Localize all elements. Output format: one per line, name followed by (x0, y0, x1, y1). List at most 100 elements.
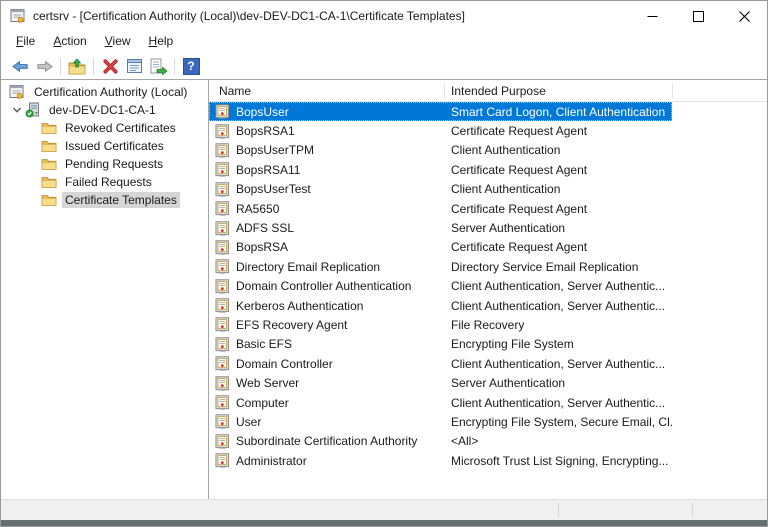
table-row[interactable]: Web Server Server Authentication (209, 373, 672, 392)
properties-icon (126, 58, 143, 74)
certificate-template-icon (215, 201, 230, 216)
window-bottom-edge (1, 520, 767, 526)
template-name: Basic EFS (236, 337, 292, 351)
menu-view[interactable]: View (96, 31, 140, 53)
template-purpose: Client Authentication, Server Authentic.… (444, 357, 672, 371)
template-purpose: Certificate Request Agent (444, 202, 672, 216)
minimize-button[interactable] (629, 1, 675, 31)
certificate-template-icon (215, 124, 230, 139)
template-purpose: File Recovery (444, 318, 672, 332)
server-check-icon (25, 102, 41, 118)
statusbar-separator (558, 503, 559, 517)
template-name: BopsUserTest (236, 182, 311, 196)
template-name: Web Server (236, 376, 299, 390)
template-purpose: Smart Card Logon, Client Authentication (444, 105, 672, 119)
table-row[interactable]: BopsUserTPM Client Authentication (209, 141, 672, 160)
table-row[interactable]: EFS Recovery Agent File Recovery (209, 315, 672, 334)
table-row[interactable]: Basic EFS Encrypting File System (209, 335, 672, 354)
delete-button[interactable] (98, 55, 122, 77)
table-row[interactable]: BopsRSA1 Certificate Request Agent (209, 121, 672, 140)
folder-icon (41, 138, 57, 154)
folder-icon (41, 174, 57, 190)
table-row[interactable]: Computer Client Authentication, Server A… (209, 393, 672, 412)
close-button[interactable] (721, 1, 767, 31)
properties-button[interactable] (122, 55, 146, 77)
tree-item-certificate-templates[interactable]: Certificate Templates (1, 191, 208, 209)
table-row[interactable]: BopsRSA11 Certificate Request Agent (209, 160, 672, 179)
table-row[interactable]: Subordinate Certification Authority <All… (209, 432, 672, 451)
certificate-template-icon (215, 337, 230, 352)
forward-button[interactable] (32, 55, 56, 77)
template-purpose: Directory Service Email Replication (444, 260, 672, 274)
certificate-template-icon (215, 376, 230, 391)
column-header-intended-purpose[interactable]: Intended Purpose (444, 84, 672, 98)
back-button[interactable] (8, 55, 32, 77)
maximize-button[interactable] (675, 1, 721, 31)
template-purpose: Certificate Request Agent (444, 124, 672, 138)
list-header: Name Intended Purpose (209, 80, 767, 102)
template-name: Domain Controller Authentication (236, 279, 411, 293)
up-one-level-button[interactable] (65, 55, 89, 77)
certificate-template-icon (215, 221, 230, 236)
statusbar-separator (692, 503, 693, 517)
tree-server-label: dev-DEV-DC1-CA-1 (46, 102, 159, 118)
table-row[interactable]: BopsRSA Certificate Request Agent (209, 238, 672, 257)
template-name: BopsUser (236, 105, 289, 119)
table-row[interactable]: Kerberos Authentication Client Authentic… (209, 296, 672, 315)
table-row[interactable]: Domain Controller Authentication Client … (209, 277, 672, 296)
template-name: User (236, 415, 261, 429)
template-name: BopsRSA1 (236, 124, 295, 138)
console-tree-pane: Certification Authority (Local) dev-DEV-… (1, 80, 208, 499)
template-name: Kerberos Authentication (236, 299, 363, 313)
table-row[interactable]: RA5650 Certificate Request Agent (209, 199, 672, 218)
title-bar[interactable]: certsrv - [Certification Authority (Loca… (1, 1, 767, 31)
certificate-template-icon (215, 182, 230, 197)
tree-item-issued-certificates[interactable]: Issued Certificates (1, 137, 208, 155)
tree-item-certification-authority[interactable]: Certification Authority (Local) (1, 83, 208, 101)
export-list-button[interactable] (146, 55, 170, 77)
certificate-template-icon (215, 162, 230, 177)
export-list-icon (149, 58, 168, 75)
folder-icon (41, 192, 57, 208)
tree-item-failed-requests[interactable]: Failed Requests (1, 173, 208, 191)
template-purpose: Microsoft Trust List Signing, Encrypting… (444, 454, 672, 468)
template-purpose: <All> (444, 434, 672, 448)
column-divider[interactable] (672, 83, 673, 98)
certificate-template-icon (215, 298, 230, 313)
table-row[interactable]: Directory Email Replication Directory Se… (209, 257, 672, 276)
minimize-icon (647, 11, 658, 22)
template-name: Computer (236, 396, 289, 410)
chevron-down-icon[interactable] (9, 102, 25, 118)
template-name: RA5650 (236, 202, 279, 216)
table-row[interactable]: Administrator Microsoft Trust List Signi… (209, 451, 672, 470)
certsrv-app-icon (10, 8, 26, 24)
table-row[interactable]: User Encrypting File System, Secure Emai… (209, 412, 672, 431)
close-icon (739, 11, 750, 22)
menu-file[interactable]: File (7, 31, 44, 53)
table-row[interactable]: BopsUser Smart Card Logon, Client Authen… (209, 102, 672, 121)
help-button[interactable]: ? (179, 55, 203, 77)
certificate-template-icon (215, 143, 230, 158)
toolbar-separator (174, 58, 175, 75)
menu-action[interactable]: Action (44, 31, 95, 53)
menu-help[interactable]: Help (140, 31, 183, 53)
template-name: EFS Recovery Agent (236, 318, 347, 332)
tree-item-pending-requests[interactable]: Pending Requests (1, 155, 208, 173)
template-name: Domain Controller (236, 357, 333, 371)
column-divider[interactable] (444, 83, 445, 98)
template-name: Administrator (236, 454, 307, 468)
main-area: Certification Authority (Local) dev-DEV-… (1, 79, 767, 499)
template-purpose: Encrypting File System, Secure Email, Cl… (444, 415, 672, 429)
tree-item-ca-server[interactable]: dev-DEV-DC1-CA-1 (1, 101, 208, 119)
certificate-template-icon (215, 317, 230, 332)
tree-item-revoked-certificates[interactable]: Revoked Certificates (1, 119, 208, 137)
menu-bar: File Action View Help (1, 31, 767, 53)
certificate-template-icon (215, 414, 230, 429)
table-row[interactable]: Domain Controller Client Authentication,… (209, 354, 672, 373)
ca-console-icon (9, 84, 25, 100)
table-row[interactable]: BopsUserTest Client Authentication (209, 180, 672, 199)
tree-root-label: Certification Authority (Local) (31, 84, 190, 100)
table-row[interactable]: ADFS SSL Server Authentication (209, 218, 672, 237)
column-header-name[interactable]: Name (209, 84, 444, 98)
template-purpose: Encrypting File System (444, 337, 672, 351)
